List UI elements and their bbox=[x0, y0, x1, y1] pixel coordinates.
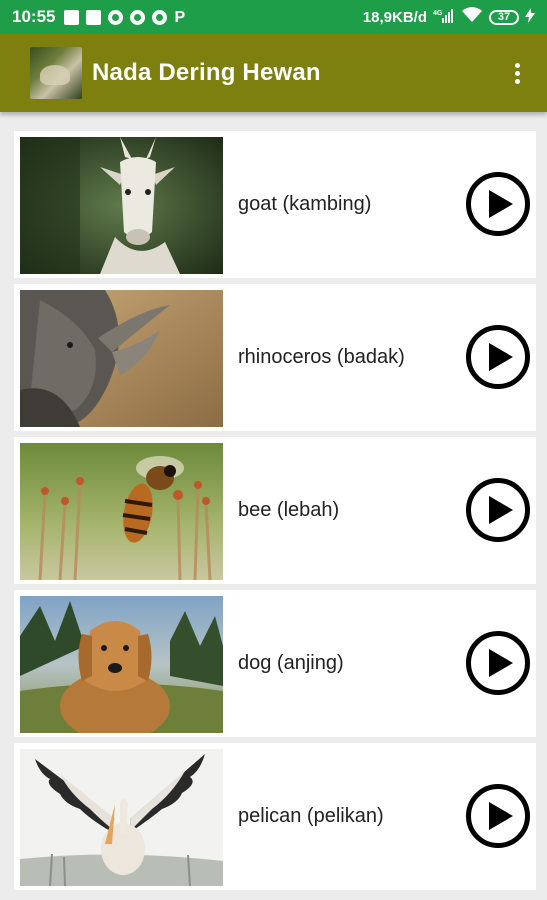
overflow-menu-icon[interactable] bbox=[505, 58, 529, 88]
list-item[interactable]: pelican (pelikan) bbox=[14, 743, 536, 890]
chrome-icon bbox=[130, 9, 146, 25]
list-item[interactable]: dog (anjing) bbox=[14, 590, 536, 737]
music-app-icon bbox=[86, 9, 102, 25]
animal-label: rhinoceros (badak) bbox=[238, 346, 405, 368]
list-item[interactable]: goat (kambing) bbox=[14, 131, 536, 278]
p-app-icon: P bbox=[174, 8, 186, 26]
page-title: Nada Dering Hewan bbox=[92, 59, 321, 86]
play-icon bbox=[488, 343, 513, 371]
network-type: 4G bbox=[433, 10, 443, 17]
rhinoceros-thumbnail bbox=[20, 290, 223, 427]
network-speed: 18,9KB/d bbox=[362, 8, 427, 26]
animal-label: pelican (pelikan) bbox=[238, 805, 384, 827]
battery-indicator: 37 bbox=[489, 9, 519, 25]
list-item[interactable]: rhinoceros (badak) bbox=[14, 284, 536, 431]
list-item[interactable]: bee (lebah) bbox=[14, 437, 536, 584]
animal-label: bee (lebah) bbox=[238, 499, 340, 521]
chrome-icon bbox=[152, 9, 168, 25]
dog-thumbnail bbox=[20, 596, 223, 733]
animal-label: goat (kambing) bbox=[238, 193, 372, 215]
app-logo bbox=[30, 47, 82, 99]
signal-icon: 4G bbox=[433, 8, 455, 27]
bee-thumbnail bbox=[20, 443, 223, 580]
app-bar: Nada Dering Hewan bbox=[0, 34, 547, 112]
chrome-icon bbox=[108, 9, 124, 25]
animal-label: dog (anjing) bbox=[238, 652, 344, 674]
message-icon bbox=[64, 9, 80, 25]
status-time: 10:55 bbox=[12, 7, 56, 26]
play-button[interactable] bbox=[466, 784, 530, 848]
play-icon bbox=[488, 496, 513, 524]
play-button[interactable] bbox=[466, 478, 530, 542]
status-bar: 10:55 P 18,9KB/d 4G 37 bbox=[0, 0, 547, 34]
pelican-thumbnail bbox=[20, 749, 223, 886]
play-button[interactable] bbox=[466, 325, 530, 389]
play-icon bbox=[488, 649, 513, 677]
wifi-icon bbox=[461, 7, 483, 27]
goat-thumbnail bbox=[20, 137, 223, 274]
play-icon bbox=[488, 190, 513, 218]
charging-icon bbox=[525, 7, 535, 27]
play-icon bbox=[488, 802, 513, 830]
play-button[interactable] bbox=[466, 631, 530, 695]
notification-icons: P bbox=[64, 8, 186, 26]
play-button[interactable] bbox=[466, 172, 530, 236]
battery-level: 37 bbox=[497, 10, 511, 23]
